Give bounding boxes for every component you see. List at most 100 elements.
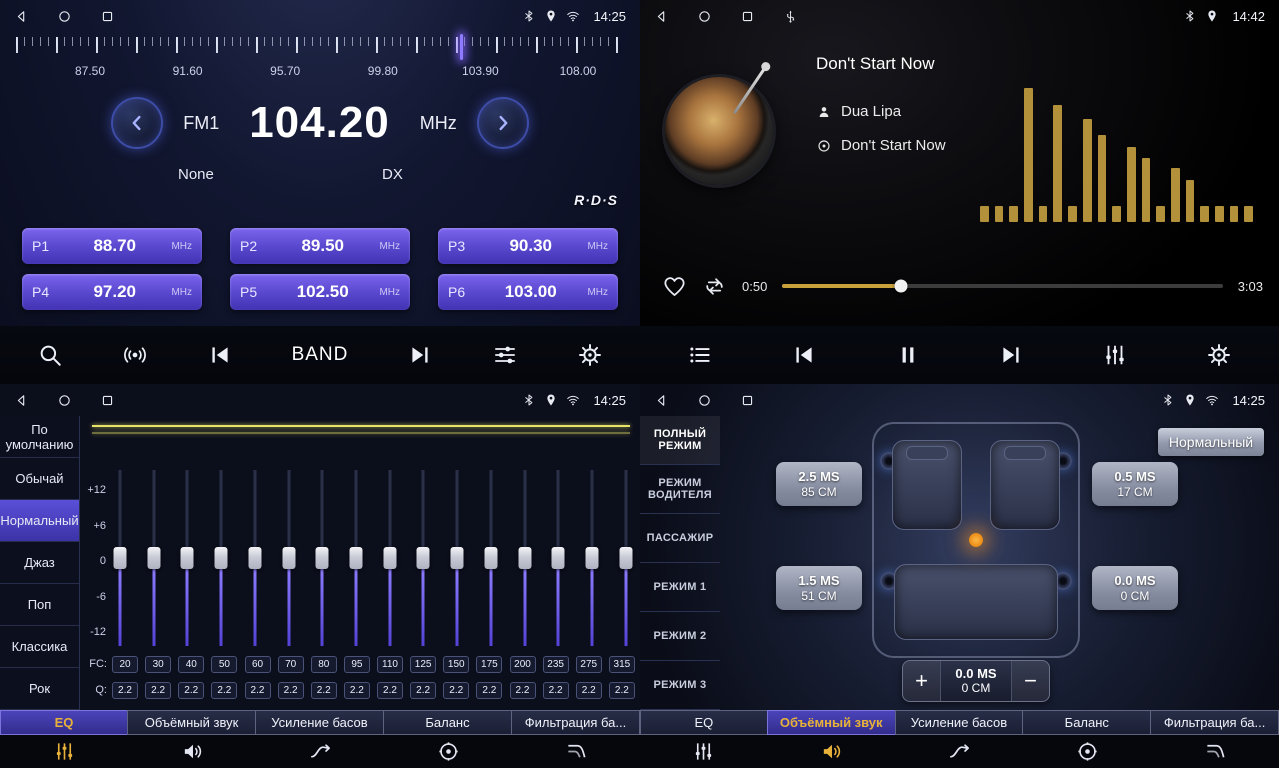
tab-bass-boost[interactable]: Усиление басов: [896, 710, 1024, 768]
fc-value-chip[interactable]: 315: [609, 656, 635, 673]
preset-p2[interactable]: P2 89.50 MHz: [230, 228, 410, 264]
eq-band-slider[interactable]: [550, 470, 566, 646]
eq-handle[interactable]: [619, 547, 632, 569]
recents-icon[interactable]: [740, 393, 755, 408]
listening-position-dot[interactable]: [969, 533, 983, 547]
q-value-chip[interactable]: 2.2: [278, 682, 304, 699]
surround-mode-item[interactable]: РЕЖИМ 2: [640, 612, 720, 661]
fc-value-chip[interactable]: 40: [178, 656, 204, 673]
eq-handle[interactable]: [417, 547, 430, 569]
home-icon[interactable]: [697, 393, 712, 408]
delay-front-right[interactable]: 0.5 MS 17 CM: [1092, 462, 1178, 506]
tab-surround-sound[interactable]: Объёмный звук: [768, 710, 896, 768]
eq-band-slider[interactable]: [281, 470, 297, 646]
home-icon[interactable]: [57, 393, 72, 408]
eq-handle[interactable]: [451, 547, 464, 569]
q-value-chip[interactable]: 2.2: [245, 682, 271, 699]
eq-handle[interactable]: [282, 547, 295, 569]
eq-handle[interactable]: [552, 547, 565, 569]
eq-sliders-icon[interactable]: [492, 342, 518, 368]
back-icon[interactable]: [14, 393, 29, 408]
fc-value-chip[interactable]: 175: [476, 656, 502, 673]
eq-handle[interactable]: [383, 547, 396, 569]
eq-handle[interactable]: [586, 547, 599, 569]
band-button[interactable]: BAND: [292, 344, 349, 366]
prev-station-icon[interactable]: [207, 342, 233, 368]
tab-filter[interactable]: Фильтрация ба...: [1151, 710, 1279, 768]
fc-value-chip[interactable]: 30: [145, 656, 171, 673]
fc-value-chip[interactable]: 150: [443, 656, 469, 673]
eq-handle[interactable]: [518, 547, 531, 569]
delay-decrease-button[interactable]: −: [1011, 661, 1049, 701]
frequency-ruler[interactable]: [16, 37, 624, 61]
back-icon[interactable]: [654, 393, 669, 408]
eq-band-slider[interactable]: [179, 470, 195, 646]
pause-icon[interactable]: [895, 342, 921, 368]
back-icon[interactable]: [14, 9, 29, 24]
surround-mode-item[interactable]: ПАССАЖИР: [640, 514, 720, 563]
surround-mode-item[interactable]: РЕЖИМ 3: [640, 661, 720, 710]
surround-mode-item[interactable]: ПОЛНЫЙ РЕЖИМ: [640, 416, 720, 465]
q-value-chip[interactable]: 2.2: [112, 682, 138, 699]
eq-band-slider[interactable]: [584, 470, 600, 646]
q-value-chip[interactable]: 2.2: [311, 682, 337, 699]
fc-value-chip[interactable]: 200: [510, 656, 536, 673]
eq-band-slider[interactable]: [348, 470, 364, 646]
q-value-chip[interactable]: 2.2: [510, 682, 536, 699]
fc-value-chip[interactable]: 70: [278, 656, 304, 673]
home-icon[interactable]: [697, 9, 712, 24]
fc-value-chip[interactable]: 50: [211, 656, 237, 673]
tab-filter[interactable]: Фильтрация ба...: [512, 710, 640, 768]
delay-rear-left[interactable]: 1.5 MS 51 CM: [776, 566, 862, 610]
eq-handle[interactable]: [181, 547, 194, 569]
fc-value-chip[interactable]: 80: [311, 656, 337, 673]
eq-handle[interactable]: [248, 547, 261, 569]
gear-icon[interactable]: [577, 342, 603, 368]
fc-value-chip[interactable]: 20: [112, 656, 138, 673]
tab-eq[interactable]: EQ: [0, 710, 128, 768]
eq-preset-item[interactable]: Классика: [0, 626, 79, 668]
eq-band-slider[interactable]: [314, 470, 330, 646]
preset-p3[interactable]: P3 90.30 MHz: [438, 228, 618, 264]
tab-eq[interactable]: EQ: [640, 710, 768, 768]
playlist-icon[interactable]: [687, 342, 713, 368]
tab-bass-boost[interactable]: Усиление басов: [256, 710, 384, 768]
recents-icon[interactable]: [100, 9, 115, 24]
q-value-chip[interactable]: 2.2: [145, 682, 171, 699]
next-station-icon[interactable]: [407, 342, 433, 368]
eq-band-slider[interactable]: [213, 470, 229, 646]
back-icon[interactable]: [654, 9, 669, 24]
eq-preset-item[interactable]: Нормальный: [0, 500, 79, 542]
tuning-needle[interactable]: [460, 34, 463, 60]
tune-down-button[interactable]: [111, 97, 163, 149]
surround-mode-item[interactable]: РЕЖИМ ВОДИТЕЛЯ: [640, 465, 720, 514]
q-value-chip[interactable]: 2.2: [576, 682, 602, 699]
q-value-chip[interactable]: 2.2: [211, 682, 237, 699]
fc-value-chip[interactable]: 95: [344, 656, 370, 673]
eq-band-slider[interactable]: [415, 470, 431, 646]
q-value-chip[interactable]: 2.2: [410, 682, 436, 699]
preset-p4[interactable]: P4 97.20 MHz: [22, 274, 202, 310]
q-value-chip[interactable]: 2.2: [476, 682, 502, 699]
eq-handle[interactable]: [316, 547, 329, 569]
mixer-icon[interactable]: [1102, 342, 1128, 368]
tab-surround-sound[interactable]: Объёмный звук: [128, 710, 256, 768]
delay-increase-button[interactable]: +: [903, 661, 941, 701]
fc-value-chip[interactable]: 275: [576, 656, 602, 673]
eq-band-slider[interactable]: [382, 470, 398, 646]
next-track-icon[interactable]: [998, 342, 1024, 368]
recents-icon[interactable]: [100, 393, 115, 408]
tab-balance[interactable]: Баланс: [384, 710, 512, 768]
q-value-chip[interactable]: 2.2: [543, 682, 569, 699]
q-value-chip[interactable]: 2.2: [443, 682, 469, 699]
tab-balance[interactable]: Баланс: [1023, 710, 1151, 768]
eq-band-slider[interactable]: [247, 470, 263, 646]
repeat-icon[interactable]: [702, 274, 727, 299]
eq-handle[interactable]: [484, 547, 497, 569]
preset-p1[interactable]: P1 88.70 MHz: [22, 228, 202, 264]
preset-p5[interactable]: P5 102.50 MHz: [230, 274, 410, 310]
fc-value-chip[interactable]: 235: [543, 656, 569, 673]
gear-icon[interactable]: [1206, 342, 1232, 368]
preset-p6[interactable]: P6 103.00 MHz: [438, 274, 618, 310]
broadcast-icon[interactable]: [122, 342, 148, 368]
